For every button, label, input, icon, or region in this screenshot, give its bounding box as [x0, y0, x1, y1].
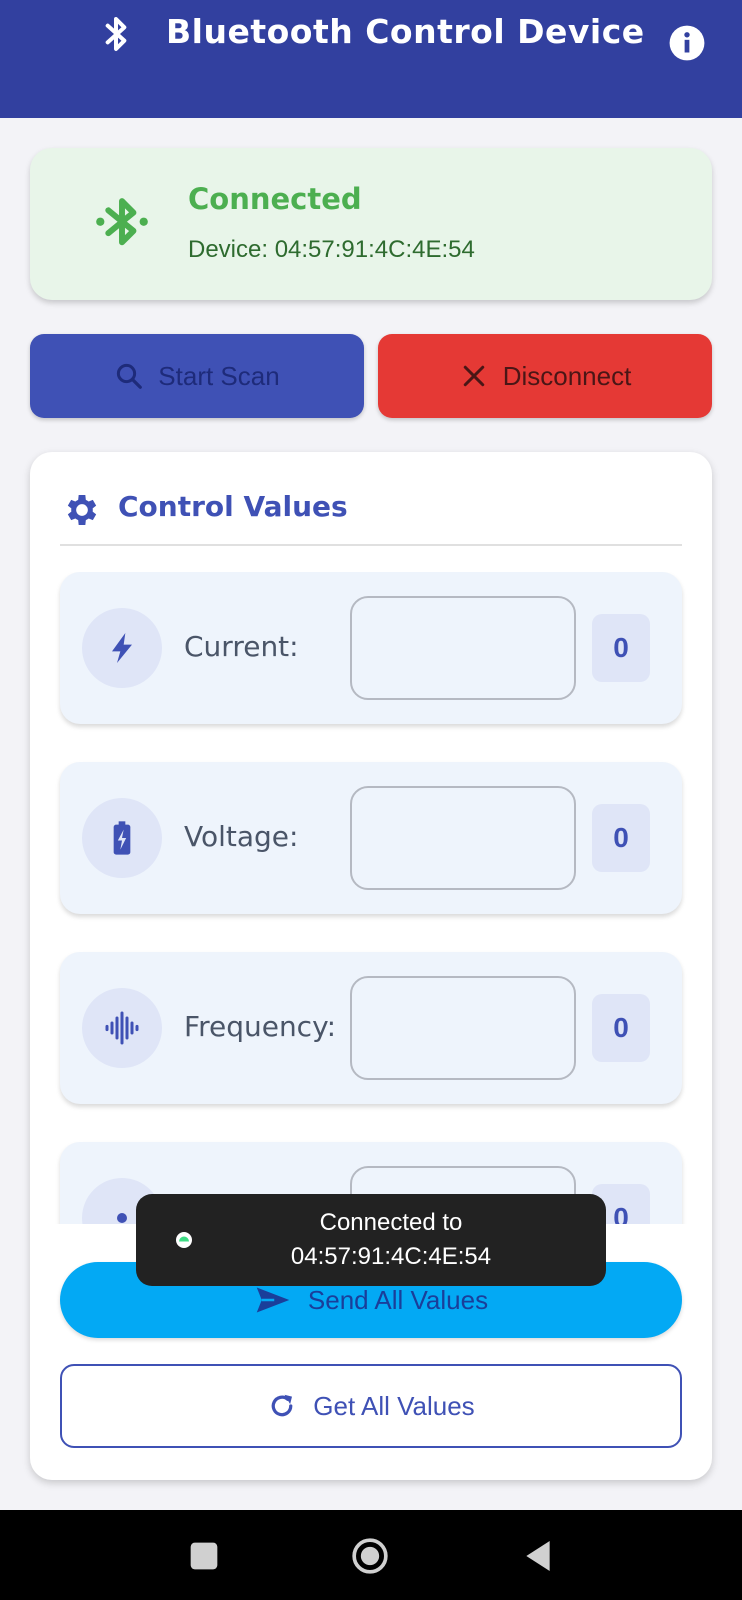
control-values-header: Control Values: [60, 480, 682, 546]
bluetooth-icon: [105, 17, 127, 51]
app-icon: [176, 1232, 192, 1248]
control-row-voltage: Voltage: 0: [60, 762, 682, 914]
control-values-list[interactable]: Current: 0 Voltage: 0 Frequency: 0 0: [30, 572, 712, 1224]
search-icon: [117, 363, 143, 389]
status-title: Connected: [188, 182, 362, 216]
info-icon[interactable]: [668, 24, 706, 62]
current-input[interactable]: [350, 596, 576, 700]
get-all-values-button[interactable]: Get All Values: [60, 1364, 682, 1448]
get-all-values-label: Get All Values: [313, 1390, 475, 1421]
toast-line-2: 04:57:91:4C:4E:54: [290, 1243, 492, 1270]
control-values-panel: Control Values Current: 0 Voltage: 0 Fre…: [30, 452, 712, 1480]
start-scan-label: Start Scan: [158, 360, 280, 391]
refresh-icon: [271, 1394, 293, 1417]
start-scan-button[interactable]: Start Scan: [30, 334, 364, 418]
connection-status-card: Connected Device: 04:57:91:4C:4E:54: [30, 148, 712, 300]
row-icon-circle: [82, 988, 162, 1068]
home-icon[interactable]: [350, 1536, 390, 1576]
row-icon-circle: [82, 798, 162, 878]
frequency-value: 0: [592, 994, 650, 1062]
current-value: 0: [592, 614, 650, 682]
row-icon-circle: [82, 608, 162, 688]
voltage-input[interactable]: [350, 786, 576, 890]
voltage-label: Voltage:: [184, 820, 299, 853]
close-icon: [463, 365, 484, 387]
battery-charging-icon: [113, 821, 131, 855]
app-title: Bluetooth Control Device: [166, 12, 645, 51]
device-address: Device: 04:57:91:4C:4E:54: [188, 236, 475, 263]
gear-icon: [67, 495, 97, 525]
recents-icon[interactable]: [184, 1536, 224, 1576]
frequency-input[interactable]: [350, 976, 576, 1080]
disconnect-label: Disconnect: [502, 360, 632, 391]
disconnect-button[interactable]: Disconnect: [378, 334, 712, 418]
send-all-values-label: Send All Values: [307, 1284, 489, 1315]
bluetooth-connected-icon: [96, 198, 148, 246]
system-navigation-bar: [0, 1510, 742, 1600]
bolt-icon: [112, 633, 132, 663]
control-row-current: Current: 0: [60, 572, 682, 724]
app-bar: Bluetooth Control Device: [0, 0, 742, 118]
toast-notification: Connected to 04:57:91:4C:4E:54: [136, 1194, 606, 1286]
waveform-icon: [105, 1011, 139, 1045]
voltage-value: 0: [592, 804, 650, 872]
current-label: Current:: [184, 630, 299, 663]
frequency-label: Frequency:: [184, 1010, 337, 1043]
control-values-title: Control Values: [118, 490, 348, 523]
send-icon: [256, 1287, 290, 1313]
back-icon[interactable]: [518, 1536, 558, 1576]
control-row-frequency: Frequency: 0: [60, 952, 682, 1104]
toast-line-1: Connected to: [319, 1209, 463, 1236]
toast-message: Connected to 04:57:91:4C:4E:54: [196, 1206, 586, 1274]
